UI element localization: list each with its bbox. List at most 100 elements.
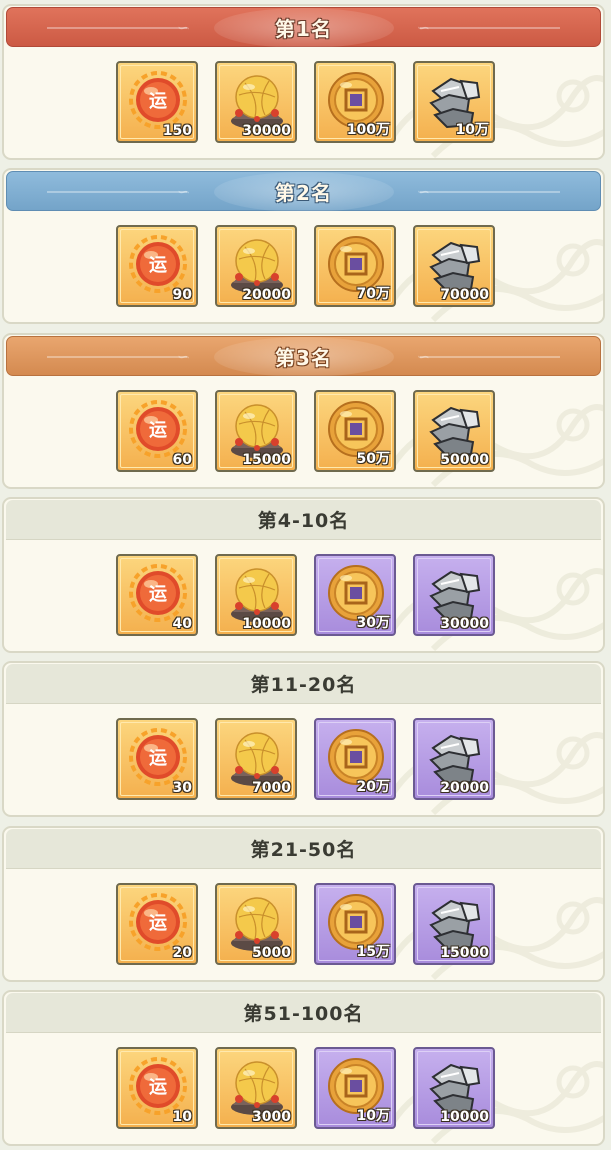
reward-item-slot[interactable]: 20000 (413, 718, 495, 800)
svg-text:运: 运 (149, 748, 167, 769)
swirl-icon: ∽ (177, 347, 191, 366)
reward-item-slot[interactable]: 15000 (215, 390, 297, 472)
reward-quantity: 30000 (242, 123, 291, 139)
reward-quantity: 30 (172, 780, 192, 796)
reward-list: 运 60 15000 50万 50000 (116, 390, 495, 472)
reward-item-slot[interactable]: 30000 (215, 61, 297, 143)
reward-quantity: 100万 (346, 122, 390, 138)
reward-item-slot[interactable]: 运 30 (116, 718, 198, 800)
reward-quantity: 90 (172, 287, 192, 303)
reward-quantity: 15000 (242, 452, 291, 468)
reward-quantity: 5000 (252, 945, 291, 961)
reward-item-slot[interactable]: 7000 (215, 718, 297, 800)
header-line-decoration (420, 356, 560, 358)
reward-quantity: 30万 (356, 615, 390, 631)
reward-item-slot[interactable]: 3000 (215, 1047, 297, 1129)
reward-item-slot[interactable]: 运 20 (116, 883, 198, 965)
rank-tier-card: ∽ ∽ 第2名 运 90 20000 70万 70000 (2, 168, 605, 324)
reward-quantity: 3000 (252, 1109, 291, 1125)
reward-quantity: 50万 (356, 451, 390, 467)
reward-item-slot[interactable]: 运 10 (116, 1047, 198, 1129)
reward-item-slot[interactable]: 70万 (314, 225, 396, 307)
reward-quantity: 70000 (440, 287, 489, 303)
reward-item-slot[interactable]: 10000 (413, 1047, 495, 1129)
rank-title: 第2名 (275, 180, 332, 205)
reward-list: 运 30 7000 20万 20000 (116, 718, 495, 800)
reward-quantity: 30000 (440, 616, 489, 632)
reward-item-slot[interactable]: 70000 (413, 225, 495, 307)
swirl-icon: ∽ (177, 18, 191, 37)
reward-quantity: 40 (172, 616, 192, 632)
rank-header: 第51-100名 (6, 993, 601, 1033)
rank-tier-card: 第21-50名 运 20 5000 15万 15000 (2, 826, 605, 982)
reward-item-slot[interactable]: 15万 (314, 883, 396, 965)
reward-quantity: 10 (172, 1109, 192, 1125)
reward-quantity: 150 (162, 123, 192, 139)
reward-item-slot[interactable]: 30000 (413, 554, 495, 636)
svg-text:运: 运 (149, 255, 167, 276)
reward-item-slot[interactable]: 20000 (215, 225, 297, 307)
reward-item-slot[interactable]: 10万 (413, 61, 495, 143)
reward-item-slot[interactable]: 50000 (413, 390, 495, 472)
svg-text:运: 运 (149, 420, 167, 441)
reward-quantity: 10000 (440, 1109, 489, 1125)
reward-item-slot[interactable]: 运 60 (116, 390, 198, 472)
rank-tier-card: ∽ ∽ 第1名 运 150 30000 100万 10万 (2, 4, 605, 160)
rank-tier-card: 第11-20名 运 30 7000 20万 20000 (2, 661, 605, 817)
reward-item-slot[interactable]: 运 150 (116, 61, 198, 143)
header-line-decoration (47, 356, 187, 358)
svg-text:运: 运 (149, 1077, 167, 1098)
reward-item-slot[interactable]: 运 90 (116, 225, 198, 307)
reward-item-slot[interactable]: 10万 (314, 1047, 396, 1129)
reward-quantity: 20万 (356, 779, 390, 795)
reward-quantity: 15万 (356, 944, 390, 960)
reward-item-slot[interactable]: 100万 (314, 61, 396, 143)
header-line-decoration (420, 191, 560, 193)
rank-title: 第51-100名 (243, 1003, 364, 1025)
reward-quantity: 7000 (252, 780, 291, 796)
reward-quantity: 50000 (440, 452, 489, 468)
reward-item-slot[interactable]: 运 40 (116, 554, 198, 636)
rank-title: 第11-20名 (250, 674, 357, 696)
header-line-decoration (47, 27, 187, 29)
reward-item-slot[interactable]: 10000 (215, 554, 297, 636)
swirl-icon: ∽ (177, 182, 191, 201)
rank-tier-card: 第4-10名 运 40 10000 30万 30000 (2, 497, 605, 653)
rank-title: 第1名 (275, 16, 332, 41)
reward-item-slot[interactable]: 5000 (215, 883, 297, 965)
svg-text:运: 运 (149, 584, 167, 605)
rank-header: 第4-10名 (6, 500, 601, 540)
reward-item-slot[interactable]: 20万 (314, 718, 396, 800)
reward-quantity: 15000 (440, 945, 489, 961)
reward-quantity: 10万 (455, 122, 489, 138)
reward-quantity: 70万 (356, 286, 390, 302)
reward-list: 运 10 3000 10万 10000 (116, 1047, 495, 1129)
reward-item-slot[interactable]: 50万 (314, 390, 396, 472)
rank-tier-card: ∽ ∽ 第3名 运 60 15000 50万 50000 (2, 333, 605, 489)
rank-title: 第21-50名 (250, 839, 357, 861)
reward-quantity: 20000 (440, 780, 489, 796)
header-line-decoration (420, 27, 560, 29)
header-line-decoration (47, 191, 187, 193)
rank-title: 第4-10名 (257, 510, 350, 532)
reward-quantity: 10000 (242, 616, 291, 632)
reward-list: 运 20 5000 15万 15000 (116, 883, 495, 965)
rank-reward-list: ∽ ∽ 第1名 运 150 30000 100万 10万 ∽ ∽ 第2名 运 9… (0, 0, 611, 1150)
reward-item-slot[interactable]: 15000 (413, 883, 495, 965)
rank-header: 第21-50名 (6, 829, 601, 869)
reward-list: 运 40 10000 30万 30000 (116, 554, 495, 636)
reward-list: 运 90 20000 70万 70000 (116, 225, 495, 307)
reward-quantity: 20 (172, 945, 192, 961)
reward-item-slot[interactable]: 30万 (314, 554, 396, 636)
rank-header: 第11-20名 (6, 664, 601, 704)
reward-list: 运 150 30000 100万 10万 (116, 61, 495, 143)
rank-header: ∽ ∽ 第1名 (6, 7, 601, 48)
reward-quantity: 60 (172, 452, 192, 468)
rank-tier-card: 第51-100名 运 10 3000 10万 10000 (2, 990, 605, 1146)
reward-quantity: 10万 (356, 1108, 390, 1124)
rank-title: 第3名 (275, 345, 332, 370)
svg-text:运: 运 (149, 91, 167, 112)
rank-header: ∽ ∽ 第2名 (6, 171, 601, 212)
rank-header: ∽ ∽ 第3名 (6, 336, 601, 377)
reward-quantity: 20000 (242, 287, 291, 303)
